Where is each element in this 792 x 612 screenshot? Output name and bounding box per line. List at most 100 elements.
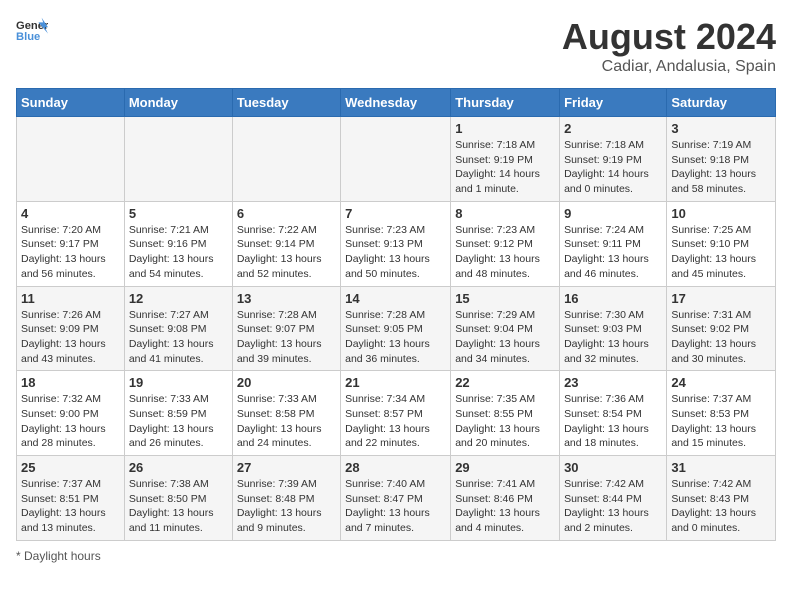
calendar-cell: 9 Sunrise: 7:24 AMSunset: 9:11 PMDaylight… [560, 201, 667, 286]
day-info: Sunrise: 7:23 AMSunset: 9:12 PMDaylight:… [455, 223, 555, 282]
calendar-cell: 19Sunrise: 7:33 AMSunset: 8:59 PMDayligh… [124, 371, 232, 456]
day-info: Sunrise: 7:37 AMSunset: 8:53 PMDaylight:… [671, 392, 771, 451]
calendar-cell: 3Sunrise: 7:19 AMSunset: 9:18 PMDaylight… [667, 117, 776, 202]
day-info: Sunrise: 7:23 AMSunset: 9:13 PMDaylight:… [345, 223, 446, 282]
day-info: Sunrise: 7:32 AMSunset: 9:00 PMDaylight:… [21, 392, 120, 451]
calendar-cell: 27 Sunrise: 7:39 AMSunset: 8:48 PMDayligh… [232, 456, 340, 541]
day-number: 27 [237, 460, 336, 475]
day-info: Sunrise: 7:35 AMSunset: 8:55 PMDaylight:… [455, 392, 555, 451]
day-number: 31 [671, 460, 771, 475]
calendar-cell: 28 Sunrise: 7:40 AMSunset: 8:47 PMDayligh… [341, 456, 451, 541]
logo: General Blue [16, 16, 48, 44]
day-number: 10 [671, 206, 771, 221]
day-number: 8 [455, 206, 555, 221]
calendar-cell: 31 Sunrise: 7:42 AMSunset: 8:43 PMDayligh… [667, 456, 776, 541]
daylight-hours-label: Daylight hours [24, 549, 101, 563]
calendar-cell: 18Sunrise: 7:32 AMSunset: 9:00 PMDayligh… [17, 371, 125, 456]
calendar-cell: 5 Sunrise: 7:21 AMSunset: 9:16 PMDaylight… [124, 201, 232, 286]
calendar-week-row: 18Sunrise: 7:32 AMSunset: 9:00 PMDayligh… [17, 371, 776, 456]
day-info: Sunrise: 7:40 AMSunset: 8:47 PMDaylight:… [345, 477, 446, 536]
day-number: 19 [129, 375, 228, 390]
day-number: 14 [345, 291, 446, 306]
day-number: 17 [671, 291, 771, 306]
day-number: 22 [455, 375, 555, 390]
day-number: 26 [129, 460, 228, 475]
day-number: 25 [21, 460, 120, 475]
day-of-week-header: Thursday [451, 89, 560, 117]
day-info: Sunrise: 7:38 AMSunset: 8:50 PMDaylight:… [129, 477, 228, 536]
calendar-cell: 23 Sunrise: 7:36 AMSunset: 8:54 PMDayligh… [560, 371, 667, 456]
day-number: 12 [129, 291, 228, 306]
day-number: 3 [671, 121, 771, 136]
day-number: 15 [455, 291, 555, 306]
day-number: 6 [237, 206, 336, 221]
calendar-cell: 13 Sunrise: 7:28 AMSunset: 9:07 PMDayligh… [232, 286, 340, 371]
day-info: Sunrise: 7:28 AMSunset: 9:07 PMDaylight:… [237, 308, 336, 367]
calendar-cell: 21 Sunrise: 7:34 AMSunset: 8:57 PMDayligh… [341, 371, 451, 456]
day-info: Sunrise: 7:30 AMSunset: 9:03 PMDaylight:… [564, 308, 662, 367]
title-block: August 2024 Cadiar, Andalusia, Spain [562, 16, 776, 76]
day-number: 20 [237, 375, 336, 390]
day-of-week-header: Friday [560, 89, 667, 117]
day-info: Sunrise: 7:33 AMSunset: 8:58 PMDaylight:… [237, 392, 336, 451]
calendar-cell: 11 Sunrise: 7:26 AMSunset: 9:09 PMDayligh… [17, 286, 125, 371]
svg-text:Blue: Blue [16, 31, 40, 43]
day-info: Sunrise: 7:28 AMSunset: 9:05 PMDaylight:… [345, 308, 446, 367]
calendar-cell: 24 Sunrise: 7:37 AMSunset: 8:53 PMDayligh… [667, 371, 776, 456]
calendar-cell: 1 Sunrise: 7:18 AMSunset: 9:19 PMDaylight… [451, 117, 560, 202]
calendar-cell [17, 117, 125, 202]
day-number: 30 [564, 460, 662, 475]
day-info: Sunrise: 7:25 AMSunset: 9:10 PMDaylight:… [671, 223, 771, 282]
calendar-cell: 16Sunrise: 7:30 AMSunset: 9:03 PMDayligh… [560, 286, 667, 371]
day-info: Sunrise: 7:36 AMSunset: 8:54 PMDaylight:… [564, 392, 662, 451]
calendar-cell: 15 Sunrise: 7:29 AMSunset: 9:04 PMDayligh… [451, 286, 560, 371]
calendar-cell: 17 Sunrise: 7:31 AMSunset: 9:02 PMDayligh… [667, 286, 776, 371]
calendar-cell [124, 117, 232, 202]
calendar-table: SundayMondayTuesdayWednesdayThursdayFrid… [16, 88, 776, 541]
day-number: 24 [671, 375, 771, 390]
day-number: 5 [129, 206, 228, 221]
day-number: 2 [564, 121, 662, 136]
day-info: Sunrise: 7:18 AMSunset: 9:19 PMDaylight:… [564, 138, 662, 197]
calendar-cell: 4Sunrise: 7:20 AMSunset: 9:17 PMDaylight… [17, 201, 125, 286]
calendar-cell: 30 Sunrise: 7:42 AMSunset: 8:44 PMDayligh… [560, 456, 667, 541]
day-info: Sunrise: 7:31 AMSunset: 9:02 PMDaylight:… [671, 308, 771, 367]
calendar-cell: 20 Sunrise: 7:33 AMSunset: 8:58 PMDayligh… [232, 371, 340, 456]
day-of-week-header: Wednesday [341, 89, 451, 117]
day-info: Sunrise: 7:42 AMSunset: 8:44 PMDaylight:… [564, 477, 662, 536]
day-info: Sunrise: 7:27 AMSunset: 9:08 PMDaylight:… [129, 308, 228, 367]
month-title: August 2024 [562, 16, 776, 58]
day-info: Sunrise: 7:29 AMSunset: 9:04 PMDaylight:… [455, 308, 555, 367]
calendar-cell: 6 Sunrise: 7:22 AMSunset: 9:14 PMDaylight… [232, 201, 340, 286]
calendar-week-row: 1 Sunrise: 7:18 AMSunset: 9:19 PMDaylight… [17, 117, 776, 202]
calendar-cell: 25Sunrise: 7:37 AMSunset: 8:51 PMDayligh… [17, 456, 125, 541]
day-info: Sunrise: 7:34 AMSunset: 8:57 PMDaylight:… [345, 392, 446, 451]
day-info: Sunrise: 7:22 AMSunset: 9:14 PMDaylight:… [237, 223, 336, 282]
calendar-cell: 10 Sunrise: 7:25 AMSunset: 9:10 PMDayligh… [667, 201, 776, 286]
calendar-week-row: 25Sunrise: 7:37 AMSunset: 8:51 PMDayligh… [17, 456, 776, 541]
footer-note: * Daylight hours [16, 549, 776, 563]
day-number: 28 [345, 460, 446, 475]
calendar-week-row: 11 Sunrise: 7:26 AMSunset: 9:09 PMDayligh… [17, 286, 776, 371]
calendar-cell: 26 Sunrise: 7:38 AMSunset: 8:50 PMDayligh… [124, 456, 232, 541]
day-of-week-header: Sunday [17, 89, 125, 117]
calendar-cell: 22 Sunrise: 7:35 AMSunset: 8:55 PMDayligh… [451, 371, 560, 456]
day-number: 23 [564, 375, 662, 390]
day-of-week-header: Tuesday [232, 89, 340, 117]
day-number: 4 [21, 206, 120, 221]
day-info: Sunrise: 7:21 AMSunset: 9:16 PMDaylight:… [129, 223, 228, 282]
day-number: 29 [455, 460, 555, 475]
day-number: 9 [564, 206, 662, 221]
day-number: 11 [21, 291, 120, 306]
day-number: 1 [455, 121, 555, 136]
day-info: Sunrise: 7:41 AMSunset: 8:46 PMDaylight:… [455, 477, 555, 536]
day-info: Sunrise: 7:24 AMSunset: 9:11 PMDaylight:… [564, 223, 662, 282]
day-number: 21 [345, 375, 446, 390]
day-info: Sunrise: 7:18 AMSunset: 9:19 PMDaylight:… [455, 138, 555, 197]
day-number: 13 [237, 291, 336, 306]
location-title: Cadiar, Andalusia, Spain [562, 58, 776, 76]
day-number: 7 [345, 206, 446, 221]
day-info: Sunrise: 7:42 AMSunset: 8:43 PMDaylight:… [671, 477, 771, 536]
day-info: Sunrise: 7:39 AMSunset: 8:48 PMDaylight:… [237, 477, 336, 536]
day-info: Sunrise: 7:26 AMSunset: 9:09 PMDaylight:… [21, 308, 120, 367]
